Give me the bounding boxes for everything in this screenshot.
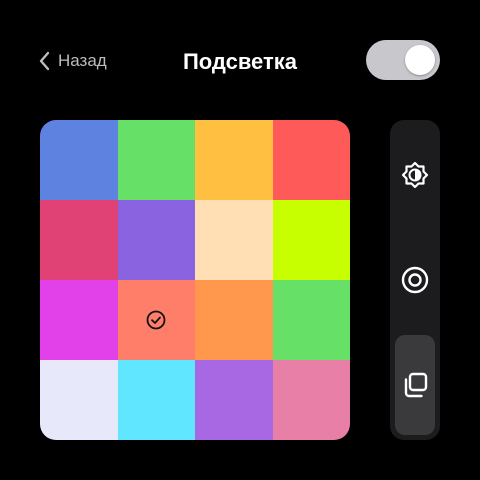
color-swatch[interactable] (195, 360, 273, 440)
color-swatch[interactable] (40, 280, 118, 360)
color-swatch[interactable] (272, 120, 350, 200)
record-button[interactable] (395, 230, 435, 330)
check-circle-icon (146, 310, 166, 330)
color-palette (40, 120, 350, 440)
color-swatch[interactable] (195, 120, 273, 200)
copy-button[interactable] (395, 335, 435, 435)
mode-sidebar (390, 120, 440, 440)
toggle-knob (405, 45, 435, 75)
header: Назад Подсветка (0, 0, 480, 120)
color-swatch[interactable] (117, 200, 195, 280)
page-title-text: Подсветка (182, 49, 298, 74)
record-icon (401, 266, 429, 294)
color-swatch[interactable] (272, 360, 350, 440)
color-swatch[interactable] (117, 280, 195, 360)
brightness-button[interactable] (395, 125, 435, 225)
color-swatch[interactable] (195, 280, 273, 360)
color-swatch[interactable] (40, 200, 118, 280)
color-swatch[interactable] (272, 280, 350, 360)
color-swatch[interactable] (40, 120, 118, 200)
color-swatch[interactable] (272, 200, 350, 280)
color-swatch[interactable] (40, 360, 118, 440)
brightness-icon (401, 161, 429, 189)
copy-icon (404, 372, 428, 398)
color-swatch[interactable] (195, 200, 273, 280)
color-swatch[interactable] (117, 360, 195, 440)
backlight-toggle[interactable] (366, 40, 440, 80)
color-swatch[interactable] (117, 120, 195, 200)
